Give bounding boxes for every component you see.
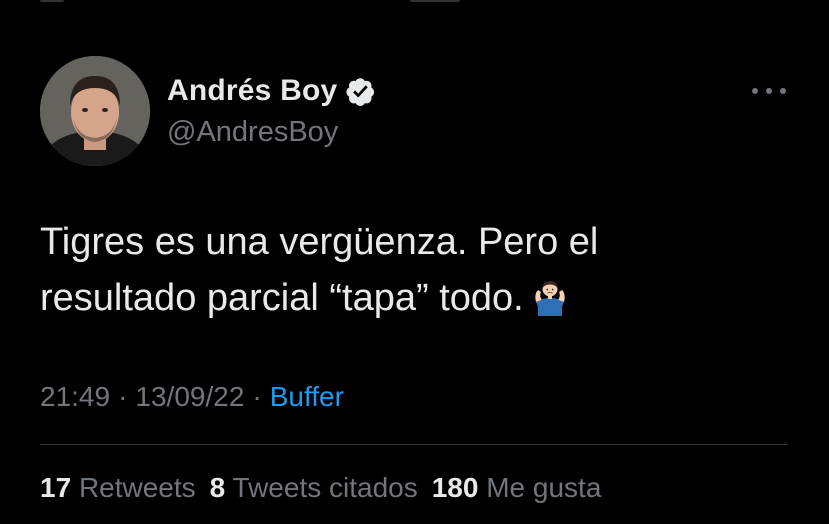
tweet-text-line-2: resultado parcial “tapa” todo. bbox=[40, 277, 524, 319]
likes-stat[interactable]: 180 Me gusta bbox=[432, 472, 602, 503]
meta-separator: · bbox=[252, 381, 262, 412]
man-shrugging-emoji-icon bbox=[535, 281, 565, 316]
author-display-name[interactable]: Andrés Boy bbox=[167, 74, 337, 108]
meta-separator: · bbox=[118, 381, 128, 412]
author-handle[interactable]: @AndresBoy bbox=[167, 116, 338, 149]
retweets-count: 17 bbox=[40, 472, 72, 503]
tweet-source-link[interactable]: Buffer bbox=[270, 381, 344, 412]
likes-count: 180 bbox=[431, 472, 479, 503]
tweet-time[interactable]: 21:49 bbox=[40, 381, 110, 412]
verified-badge-icon bbox=[346, 77, 375, 106]
author-name-row[interactable]: Andrés Boy bbox=[167, 74, 376, 108]
tweet-date[interactable]: 13/09/22 bbox=[135, 381, 244, 412]
tweet-text-line-2-row: resultado parcial “tapa” todo. bbox=[40, 270, 790, 326]
likes-label: Me gusta bbox=[486, 472, 602, 503]
quotes-stat[interactable]: 8 Tweets citados bbox=[210, 472, 418, 503]
quotes-count: 8 bbox=[209, 472, 226, 503]
divider bbox=[40, 444, 788, 445]
tweet-text: Tigres es una vergüenza. Pero el resulta… bbox=[40, 214, 790, 326]
more-options-icon[interactable] bbox=[752, 82, 786, 100]
cropped-top-fragment bbox=[0, 0, 829, 8]
retweets-stat[interactable]: 17 Retweets bbox=[40, 472, 196, 503]
retweets-label: Retweets bbox=[78, 472, 196, 503]
quotes-label: Tweets citados bbox=[232, 472, 418, 503]
avatar[interactable] bbox=[40, 56, 150, 166]
tweet-meta: 21:49 · 13/09/22 · Buffer bbox=[40, 381, 344, 413]
tweet-stats: 17 Retweets 8 Tweets citados 180 Me gusta bbox=[40, 472, 615, 504]
tweet-text-line-1: Tigres es una vergüenza. Pero el bbox=[40, 221, 599, 263]
avatar-photo bbox=[40, 56, 150, 166]
